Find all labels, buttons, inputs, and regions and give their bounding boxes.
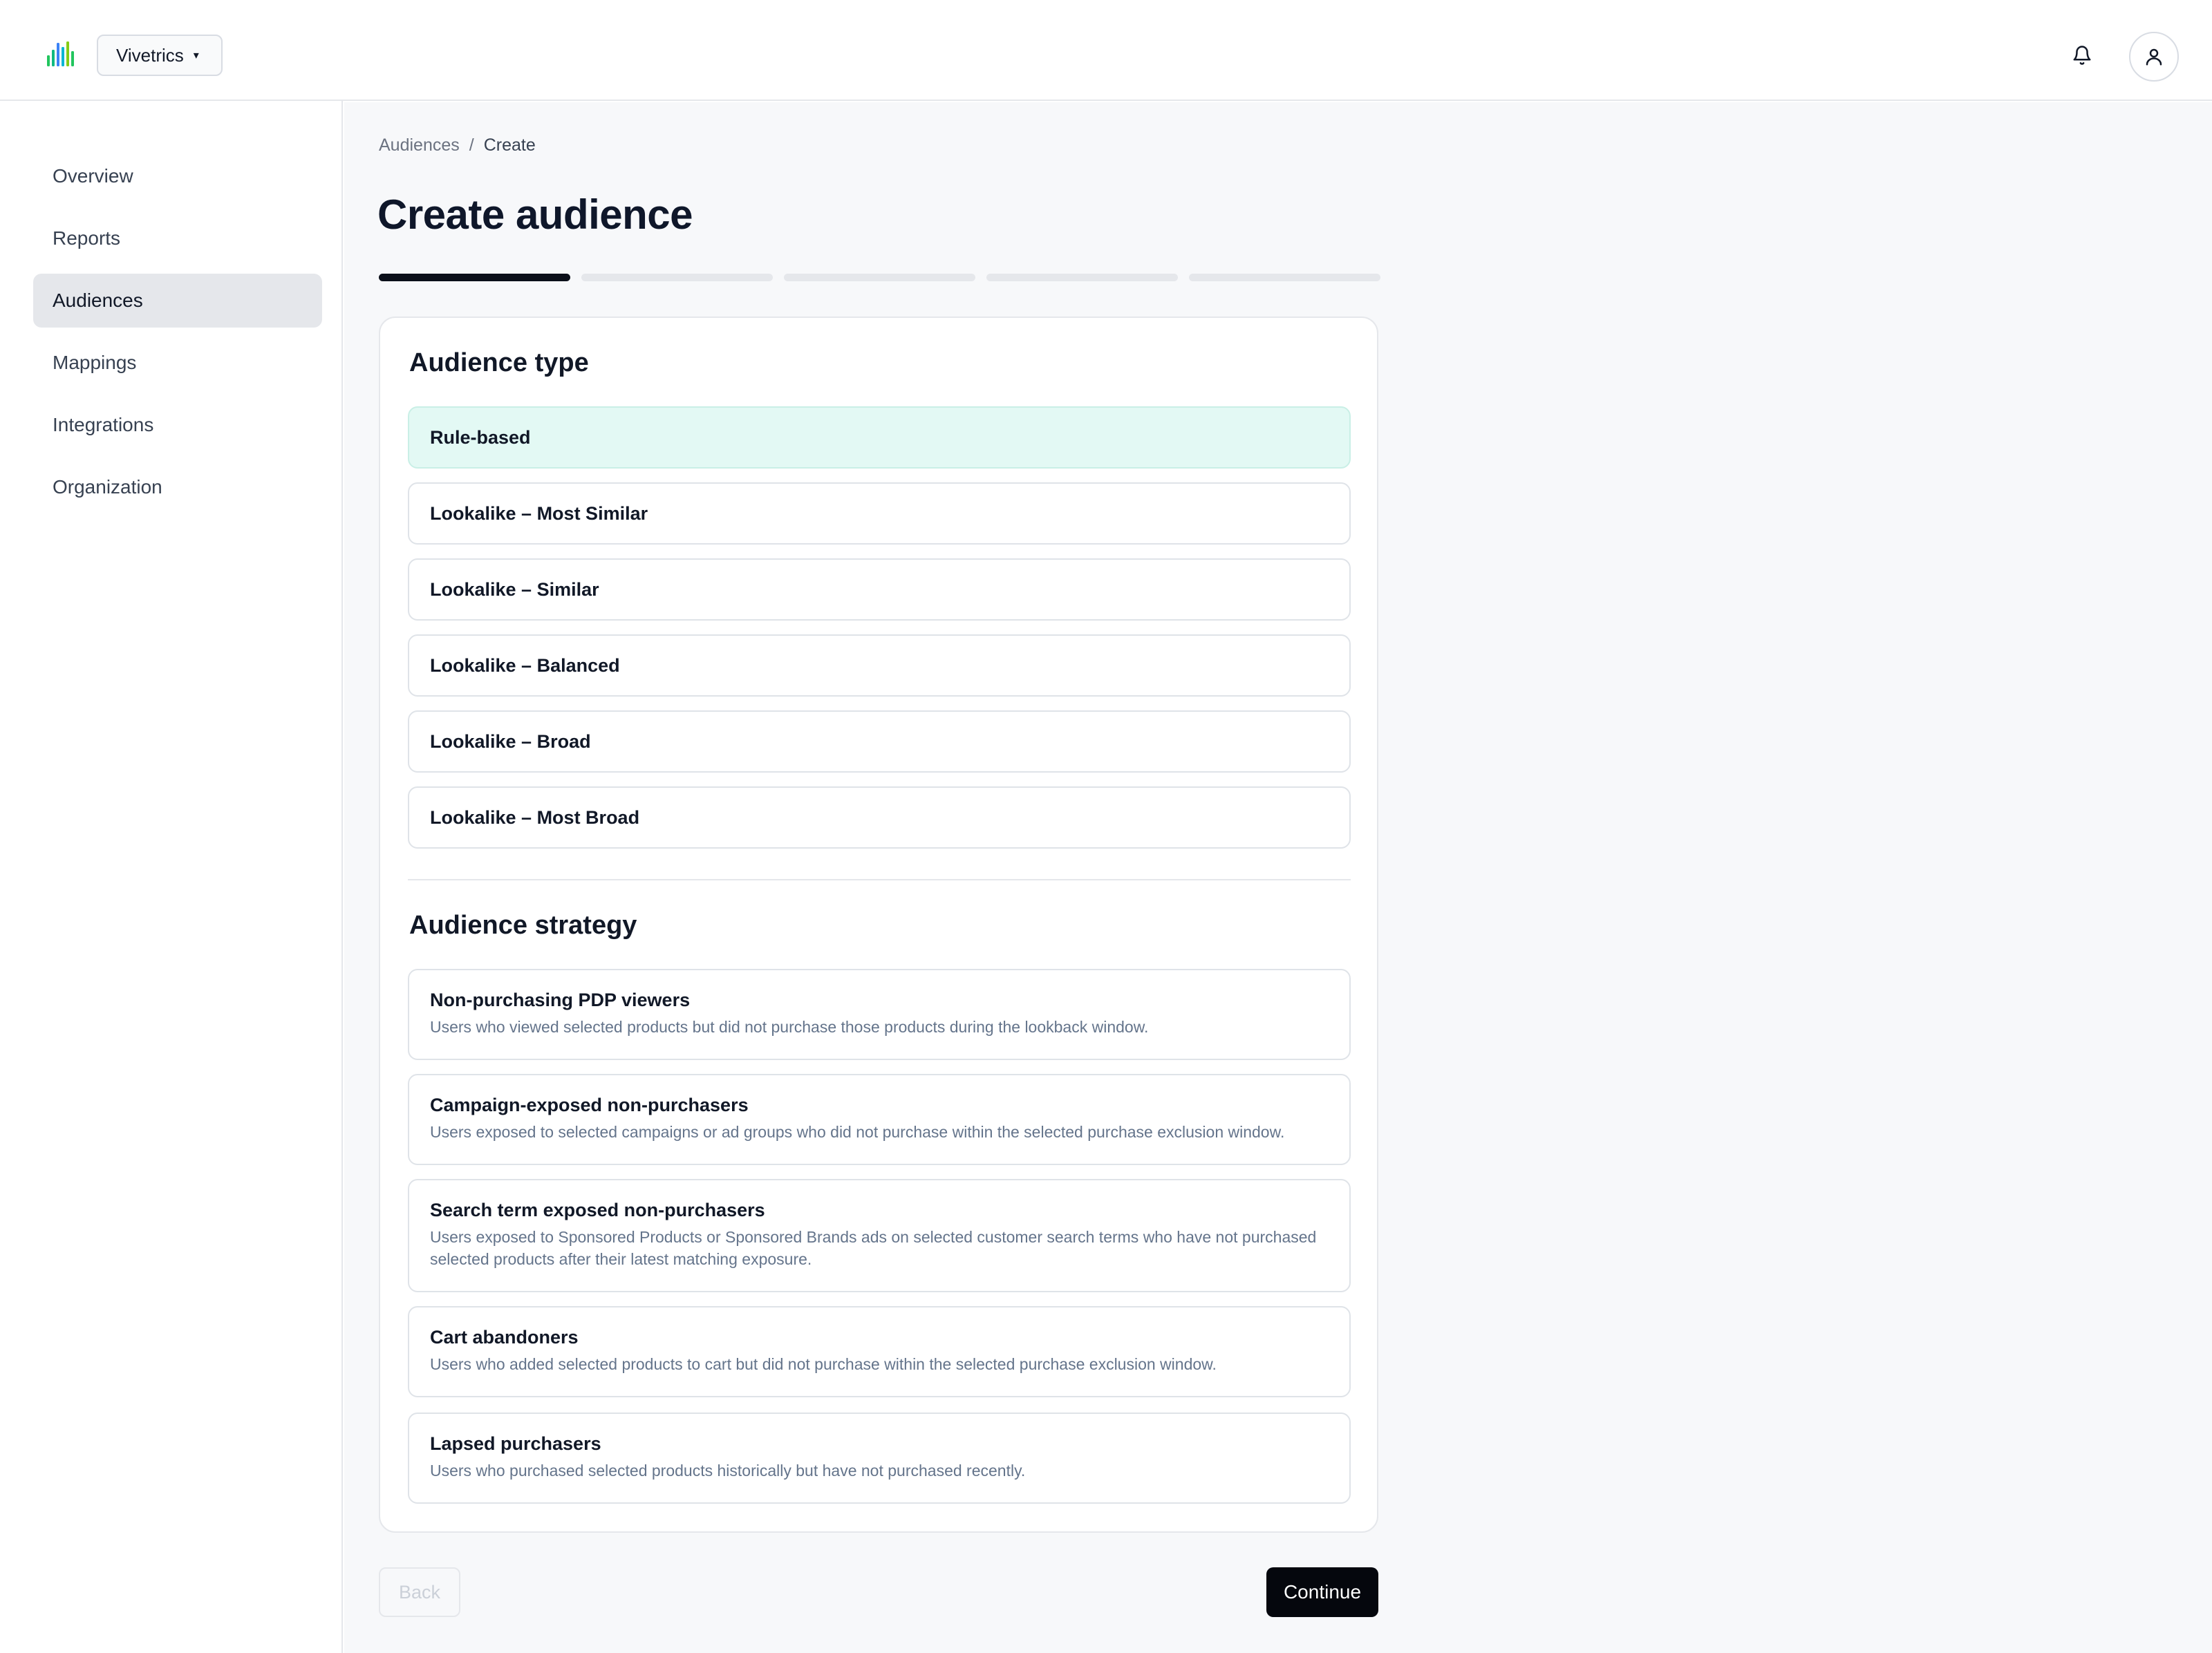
- sidebar-item-overview[interactable]: Overview: [33, 149, 322, 203]
- sidebar-item-label: Audiences: [53, 290, 143, 311]
- chevron-down-icon: ▾: [193, 50, 199, 62]
- option-label: Lookalike – Similar: [430, 578, 599, 600]
- strategy-title: Lapsed purchasers: [430, 1433, 601, 1454]
- strategy-title: Cart abandoners: [430, 1327, 579, 1348]
- sidebar-item-audiences[interactable]: Audiences: [33, 274, 322, 328]
- option-label: Rule-based: [430, 426, 531, 448]
- progress-stepper: [379, 274, 1380, 281]
- step-3-indicator: [784, 274, 975, 281]
- audience-type-option-lookalike-balanced[interactable]: Lookalike – Balanced: [408, 634, 1351, 697]
- sidebar-item-label: Overview: [53, 165, 133, 187]
- option-label: Lookalike – Most Similar: [430, 502, 648, 524]
- user-menu-button[interactable]: [2129, 32, 2179, 82]
- strategy-option-cart-abandoners[interactable]: Cart abandoners Users who added selected…: [408, 1306, 1351, 1397]
- step-2-indicator: [581, 274, 773, 281]
- breadcrumb-separator: /: [469, 135, 474, 155]
- sidebar-item-label: Reports: [53, 227, 121, 249]
- option-label: Lookalike – Most Broad: [430, 806, 640, 828]
- strategy-description: Users who purchased selected products hi…: [430, 1462, 1026, 1480]
- strategy-description: Users exposed to Sponsored Products or S…: [430, 1228, 1317, 1268]
- audience-type-option-lookalike-broad[interactable]: Lookalike – Broad: [408, 710, 1351, 773]
- strategy-description: Users who viewed selected products but d…: [430, 1018, 1149, 1036]
- step-4-indicator: [986, 274, 1178, 281]
- audience-type-option-lookalike-most-similar[interactable]: Lookalike – Most Similar: [408, 482, 1351, 545]
- breadcrumb: Audiences / Create: [379, 135, 536, 155]
- audience-type-option-lookalike-similar[interactable]: Lookalike – Similar: [408, 558, 1351, 621]
- option-label: Lookalike – Broad: [430, 730, 591, 752]
- step-5-indicator: [1189, 274, 1380, 281]
- top-bar: Vivetrics ▾: [0, 0, 2212, 101]
- page-title: Create audience: [377, 191, 693, 238]
- bell-icon[interactable]: [2065, 39, 2099, 72]
- strategy-title: Search term exposed non-purchasers: [430, 1200, 765, 1220]
- breadcrumb-current: Create: [483, 135, 536, 155]
- sidebar-item-label: Organization: [53, 476, 162, 498]
- sidebar-item-label: Integrations: [53, 414, 154, 435]
- sidebar-item-organization[interactable]: Organization: [33, 460, 322, 514]
- strategy-title: Campaign-exposed non-purchasers: [430, 1095, 749, 1115]
- strategy-option-search-term-exposed[interactable]: Search term exposed non-purchasers Users…: [408, 1179, 1351, 1292]
- continue-button[interactable]: Continue: [1266, 1567, 1378, 1617]
- strategy-description: Users exposed to selected campaigns or a…: [430, 1123, 1285, 1141]
- audience-type-option-rule-based[interactable]: Rule-based: [408, 406, 1351, 469]
- audience-form-card: Audience type Rule-based Lookalike – Mos…: [379, 317, 1378, 1533]
- audience-type-option-lookalike-most-broad[interactable]: Lookalike – Most Broad: [408, 786, 1351, 849]
- strategy-option-pdp-viewers[interactable]: Non-purchasing PDP viewers Users who vie…: [408, 969, 1351, 1060]
- option-label: Lookalike – Balanced: [430, 654, 620, 676]
- sidebar-item-integrations[interactable]: Integrations: [33, 398, 322, 452]
- bar-chart-logo-icon[interactable]: [46, 39, 75, 68]
- audience-strategy-heading: Audience strategy: [409, 911, 637, 940]
- breadcrumb-parent-link[interactable]: Audiences: [379, 135, 460, 155]
- sidebar-item-mappings[interactable]: Mappings: [33, 336, 322, 390]
- org-switcher-button[interactable]: Vivetrics ▾: [97, 35, 223, 76]
- strategy-description: Users who added selected products to car…: [430, 1355, 1217, 1373]
- sidebar-item-label: Mappings: [53, 352, 137, 373]
- org-name: Vivetrics: [116, 44, 184, 66]
- strategy-option-campaign-exposed[interactable]: Campaign-exposed non-purchasers Users ex…: [408, 1074, 1351, 1165]
- strategy-option-lapsed-purchasers[interactable]: Lapsed purchasers Users who purchased se…: [408, 1413, 1351, 1504]
- audience-type-heading: Audience type: [409, 348, 589, 377]
- sidebar: Overview Reports Audiences Mappings Inte…: [0, 101, 343, 1653]
- step-1-indicator: [379, 274, 570, 281]
- section-divider: [408, 879, 1351, 880]
- strategy-title: Non-purchasing PDP viewers: [430, 990, 691, 1010]
- user-icon: [2144, 46, 2164, 67]
- back-button[interactable]: Back: [379, 1567, 460, 1617]
- sidebar-item-reports[interactable]: Reports: [33, 211, 322, 265]
